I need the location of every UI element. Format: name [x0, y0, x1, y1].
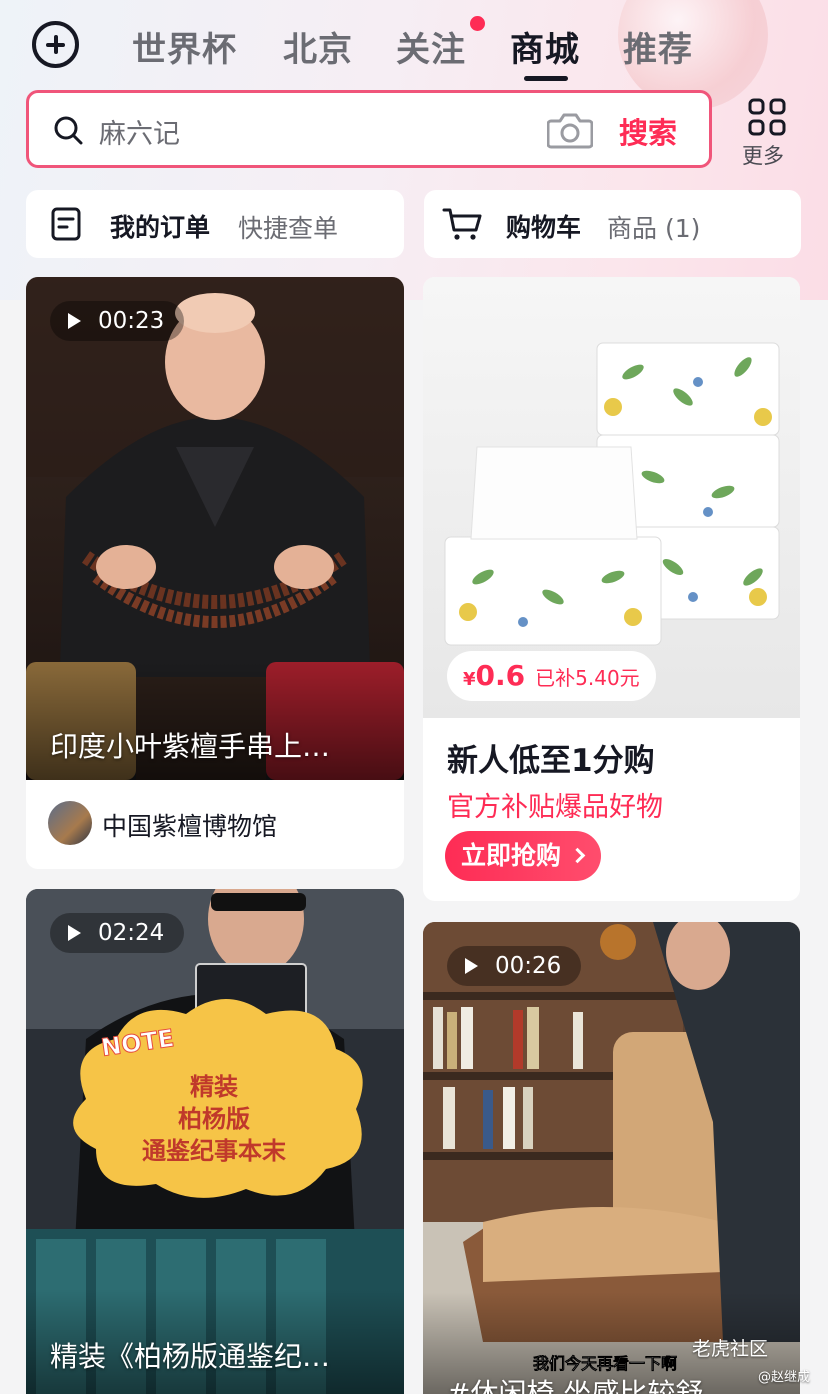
more-label: 更多	[742, 144, 784, 168]
tab-mall[interactable]: 商城	[510, 22, 580, 71]
active-tab-indicator	[524, 76, 568, 81]
notification-dot	[470, 16, 485, 31]
note-sticker: 精装 柏杨版 通鉴纪事本末	[64, 1049, 364, 1214]
orders-title: 我的订单	[110, 213, 211, 242]
video-title[interactable]: 印度小叶紫檀手串上…	[50, 725, 330, 765]
cart-title: 购物车	[506, 213, 582, 242]
note-line-2: 柏杨版	[178, 1105, 250, 1133]
feed-card-promo[interactable]: ¥0.6 已补5.40元 新人低至1分购 官方补贴爆品好物 立即抢购	[423, 277, 800, 901]
cart-subtitle: 商品 (1)	[607, 214, 701, 243]
video-duration: 02:24	[50, 913, 185, 953]
chevron-right-icon	[569, 847, 586, 864]
video-title[interactable]: #休闲椅 坐感比较舒…	[447, 1372, 731, 1394]
video-title[interactable]: 精装《柏杨版通鉴纪…	[50, 1335, 330, 1375]
buy-now-button[interactable]: 立即抢购	[445, 831, 602, 881]
my-orders-card[interactable]: 我的订单 快捷查单	[26, 190, 404, 258]
promo-headline: 新人低至1分购	[447, 743, 655, 779]
top-nav: 世界杯 北京 关注 商城 推荐	[0, 0, 828, 90]
note-line-1: 精装	[190, 1073, 238, 1101]
burned-subtitle: 我们今天再看一下啊	[533, 1354, 678, 1374]
tab-following[interactable]: 关注	[396, 22, 466, 71]
watermark-user: @赵继成	[758, 1370, 811, 1385]
orders-subtitle: 快捷查单	[238, 214, 339, 243]
video-duration: 00:26	[447, 946, 582, 986]
feed-card-video-2[interactable]: 精装 柏杨版 通鉴纪事本末 NOTE 02:24 精装《柏杨版通鉴纪…	[26, 889, 404, 1394]
feed-card-video-1[interactable]: 00:23 印度小叶紫檀手串上… 中国紫檀博物馆	[26, 277, 404, 869]
watermark-site: 老虎社区	[692, 1338, 769, 1360]
price-tag: ¥0.6 已补5.40元	[447, 651, 656, 701]
promo-subline: 官方补贴爆品好物	[447, 792, 663, 823]
author-name[interactable]: 中国紫檀博物馆	[102, 807, 277, 843]
search-button[interactable]: 搜索	[619, 110, 677, 152]
grid-icon	[748, 98, 786, 136]
tab-worldcup[interactable]: 世界杯	[132, 22, 237, 71]
subsidy-text: 已补5.40元	[535, 666, 640, 690]
search-icon	[54, 116, 83, 145]
cart-card[interactable]: 购物车 商品 (1)	[424, 190, 801, 258]
avatar[interactable]	[48, 801, 92, 845]
price-value: 0.6	[475, 659, 526, 692]
order-list-icon	[51, 207, 81, 241]
cart-icon	[442, 208, 482, 240]
feed-card-video-3[interactable]: 00:26 我们今天再看一下啊 #休闲椅 坐感比较舒…	[423, 922, 800, 1394]
more-button[interactable]: 更多	[740, 96, 800, 168]
tab-beijing[interactable]: 北京	[283, 22, 353, 71]
note-line-3: 通鉴纪事本末	[142, 1137, 286, 1165]
search-bar[interactable]: 麻六记 搜索	[26, 90, 712, 168]
buy-now-label: 立即抢购	[461, 841, 562, 870]
plus-circle-icon[interactable]	[32, 21, 79, 68]
camera-icon[interactable]	[547, 110, 593, 150]
search-input[interactable]: 麻六记	[99, 112, 180, 151]
video-duration: 00:23	[50, 301, 185, 341]
currency-symbol: ¥	[463, 669, 476, 690]
tab-recommend[interactable]: 推荐	[623, 22, 693, 71]
